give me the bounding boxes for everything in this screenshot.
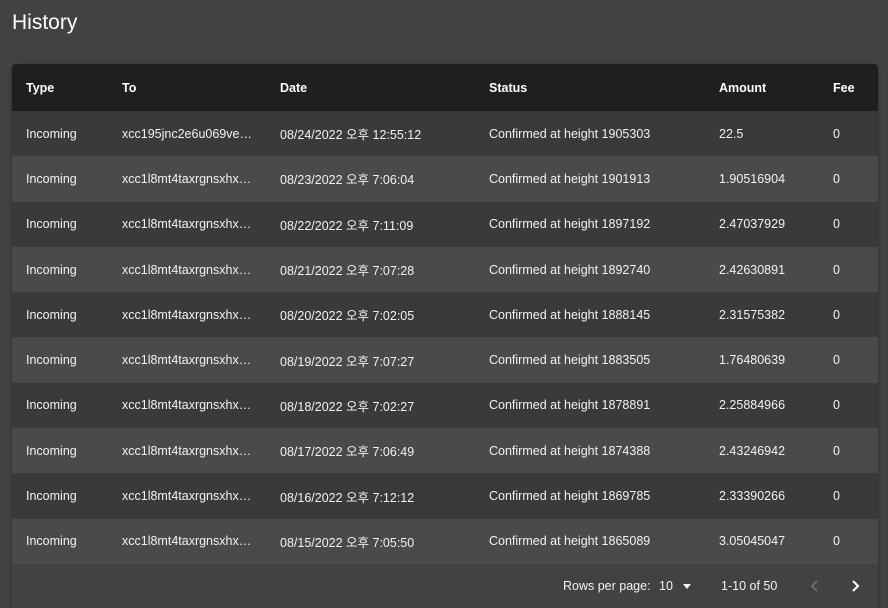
cell-to: xcc1l8mt4taxrgnsxhxk... — [122, 307, 254, 322]
cell-status: Confirmed at height 1869785 — [489, 489, 651, 504]
cell-amount: 22.5 — [719, 126, 744, 141]
table-row[interactable]: Incoming xcc1l8mt4taxrgnsxhxk... 08/16/2… — [12, 473, 878, 519]
cell-date: 08/23/2022 오후 7:06:04 — [280, 173, 415, 188]
cell-to: xcc1l8mt4taxrgnsxhxk... — [122, 353, 254, 368]
table-row[interactable]: Incoming xcc1l8mt4taxrgnsxhxk... 08/15/2… — [12, 518, 878, 564]
column-header-amount: Amount — [719, 80, 767, 95]
table-row[interactable]: Incoming xcc195jnc2e6u069ve9... 08/24/20… — [12, 111, 878, 157]
cell-to: xcc1l8mt4taxrgnsxhxk... — [122, 262, 254, 277]
cell-status: Confirmed at height 1865089 — [489, 534, 651, 549]
column-header-type: Type — [26, 80, 55, 95]
cell-fee: 0 — [833, 262, 840, 277]
cell-to: xcc1l8mt4taxrgnsxhxk... — [122, 534, 254, 549]
cell-amount: 1.90516904 — [719, 171, 786, 186]
chevron-left-icon — [810, 580, 818, 592]
cell-to: xcc195jnc2e6u069ve9... — [122, 126, 254, 141]
cell-fee: 0 — [833, 217, 840, 232]
cell-status: Confirmed at height 1905303 — [489, 126, 651, 141]
table-row[interactable]: Incoming xcc1l8mt4taxrgnsxhxk... 08/17/2… — [12, 428, 878, 474]
cell-type: Incoming — [26, 398, 77, 413]
cell-date: 08/22/2022 오후 7:11:09 — [280, 218, 414, 233]
caret-down-icon — [682, 583, 691, 589]
column-header-status: Status — [489, 80, 528, 95]
cell-date: 08/20/2022 오후 7:02:05 — [280, 309, 415, 324]
cell-date: 08/24/2022 오후 12:55:12 — [280, 128, 422, 143]
table-pagination: Rows per page: 10 1-10 of 50 — [12, 564, 878, 608]
table-body: Incoming xcc195jnc2e6u069ve9... 08/24/20… — [12, 111, 878, 564]
cell-type: Incoming — [26, 262, 77, 277]
cell-date: 08/19/2022 오후 7:07:27 — [280, 354, 415, 369]
table-row[interactable]: Incoming xcc1l8mt4taxrgnsxhxk... 08/18/2… — [12, 382, 878, 429]
cell-to: xcc1l8mt4taxrgnsxhxk... — [122, 171, 254, 186]
cell-fee: 0 — [833, 489, 840, 504]
pagination-range: 1-10 of 50 — [721, 579, 778, 593]
cell-amount: 2.43246942 — [719, 443, 786, 458]
cell-status: Confirmed at height 1874388 — [489, 443, 651, 458]
cell-to: xcc1l8mt4taxrgnsxhxk... — [122, 443, 254, 458]
cell-amount: 2.31575382 — [719, 307, 786, 322]
chevron-right-icon — [852, 580, 860, 592]
column-header-to: To — [122, 80, 137, 95]
cell-type: Incoming — [26, 353, 77, 368]
cell-fee: 0 — [833, 353, 840, 368]
table-row[interactable]: Incoming xcc1l8mt4taxrgnsxhxk... 08/22/2… — [12, 201, 878, 247]
cell-fee: 0 — [833, 307, 840, 322]
cell-date: 08/16/2022 오후 7:12:12 — [280, 490, 415, 505]
rows-per-page-label: Rows per page: — [563, 579, 651, 593]
cell-to: xcc1l8mt4taxrgnsxhxk... — [122, 398, 254, 413]
column-header-fee: Fee — [833, 80, 855, 95]
cell-date: 08/21/2022 오후 7:07:28 — [280, 264, 415, 279]
cell-type: Incoming — [26, 217, 77, 232]
table-row[interactable]: Incoming xcc1l8mt4taxrgnsxhxk... 08/19/2… — [12, 337, 878, 383]
cell-date: 08/17/2022 오후 7:06:49 — [280, 445, 415, 460]
cell-fee: 0 — [833, 398, 840, 413]
cell-status: Confirmed at height 1897192 — [489, 217, 651, 232]
cell-amount: 2.25884966 — [719, 398, 786, 413]
history-table: Type To Date Status Amount Fee Incoming … — [12, 64, 878, 608]
column-header-date: Date — [280, 80, 308, 95]
table-row[interactable]: Incoming xcc1l8mt4taxrgnsxhxk... 08/20/2… — [12, 292, 878, 338]
cell-type: Incoming — [26, 443, 77, 458]
cell-type: Incoming — [26, 307, 77, 322]
rows-per-page-select[interactable]: 10 — [659, 564, 691, 608]
cell-type: Incoming — [26, 489, 77, 504]
table-row[interactable]: Incoming xcc1l8mt4taxrgnsxhxk... 08/21/2… — [12, 246, 878, 293]
cell-amount: 2.33390266 — [719, 489, 786, 504]
table-row[interactable]: Incoming xcc1l8mt4taxrgnsxhxk... 08/23/2… — [12, 156, 878, 202]
cell-type: Incoming — [26, 171, 77, 186]
cell-type: Incoming — [26, 534, 77, 549]
cell-fee: 0 — [833, 443, 840, 458]
cell-type: Incoming — [26, 126, 77, 141]
cell-date: 08/18/2022 오후 7:02:27 — [280, 399, 415, 414]
cell-amount: 2.47037929 — [719, 217, 786, 232]
cell-status: Confirmed at height 1883505 — [489, 353, 651, 368]
cell-to: xcc1l8mt4taxrgnsxhxk... — [122, 489, 254, 504]
cell-status: Confirmed at height 1892740 — [489, 262, 651, 277]
cell-to: xcc1l8mt4taxrgnsxhxk... — [122, 217, 254, 232]
table-header-row: Type To Date Status Amount Fee — [12, 64, 878, 111]
cell-status: Confirmed at height 1888145 — [489, 307, 651, 322]
cell-fee: 0 — [833, 171, 840, 186]
page-title: History — [12, 11, 78, 34]
cell-amount: 2.42630891 — [719, 262, 786, 277]
cell-amount: 1.76480639 — [719, 353, 786, 368]
cell-status: Confirmed at height 1878891 — [489, 398, 651, 413]
cell-fee: 0 — [833, 534, 840, 549]
cell-amount: 3.05045047 — [719, 534, 786, 549]
cell-fee: 0 — [833, 126, 840, 141]
rows-per-page-value: 10 — [659, 579, 673, 593]
cell-status: Confirmed at height 1901913 — [489, 171, 651, 186]
cell-date: 08/15/2022 오후 7:05:50 — [280, 535, 415, 550]
previous-page-button[interactable] — [803, 574, 827, 598]
next-page-button[interactable] — [843, 574, 867, 598]
